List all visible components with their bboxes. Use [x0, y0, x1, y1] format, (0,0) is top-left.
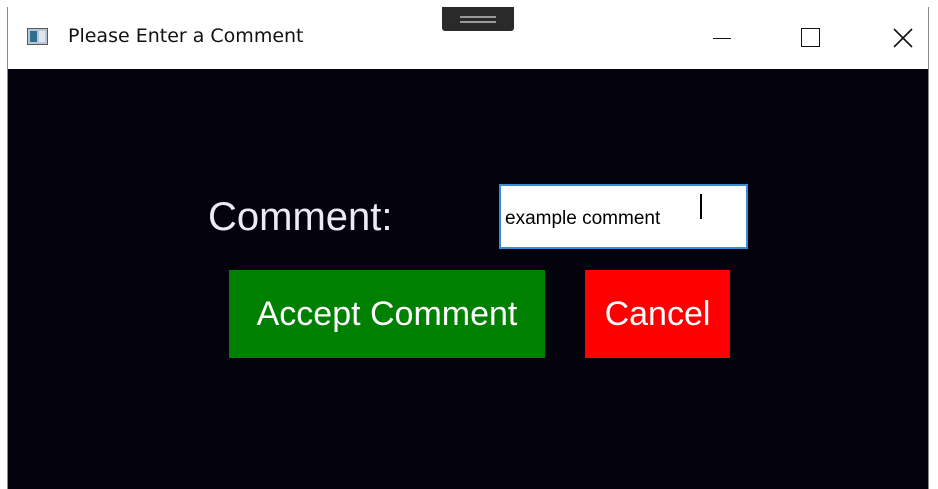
title-bar[interactable]: Please Enter a Comment: [8, 7, 928, 69]
app-window-icon: [27, 28, 48, 45]
accept-comment-button[interactable]: Accept Comment: [229, 270, 545, 358]
comment-label: Comment:: [208, 195, 393, 239]
minimize-icon: [713, 38, 731, 39]
window-title: Please Enter a Comment: [68, 25, 304, 47]
maximize-icon: [801, 28, 820, 47]
close-button[interactable]: [880, 17, 926, 55]
minimize-button[interactable]: [698, 17, 744, 55]
cancel-button[interactable]: Cancel: [585, 270, 730, 358]
text-cursor: [700, 194, 702, 219]
close-icon: [893, 28, 913, 48]
comment-input[interactable]: [499, 184, 748, 249]
drag-grip-handle[interactable]: [442, 7, 514, 31]
maximize-button[interactable]: [788, 17, 834, 55]
comment-dialog-window: Please Enter a Comment Comment: Accept C…: [7, 7, 929, 489]
